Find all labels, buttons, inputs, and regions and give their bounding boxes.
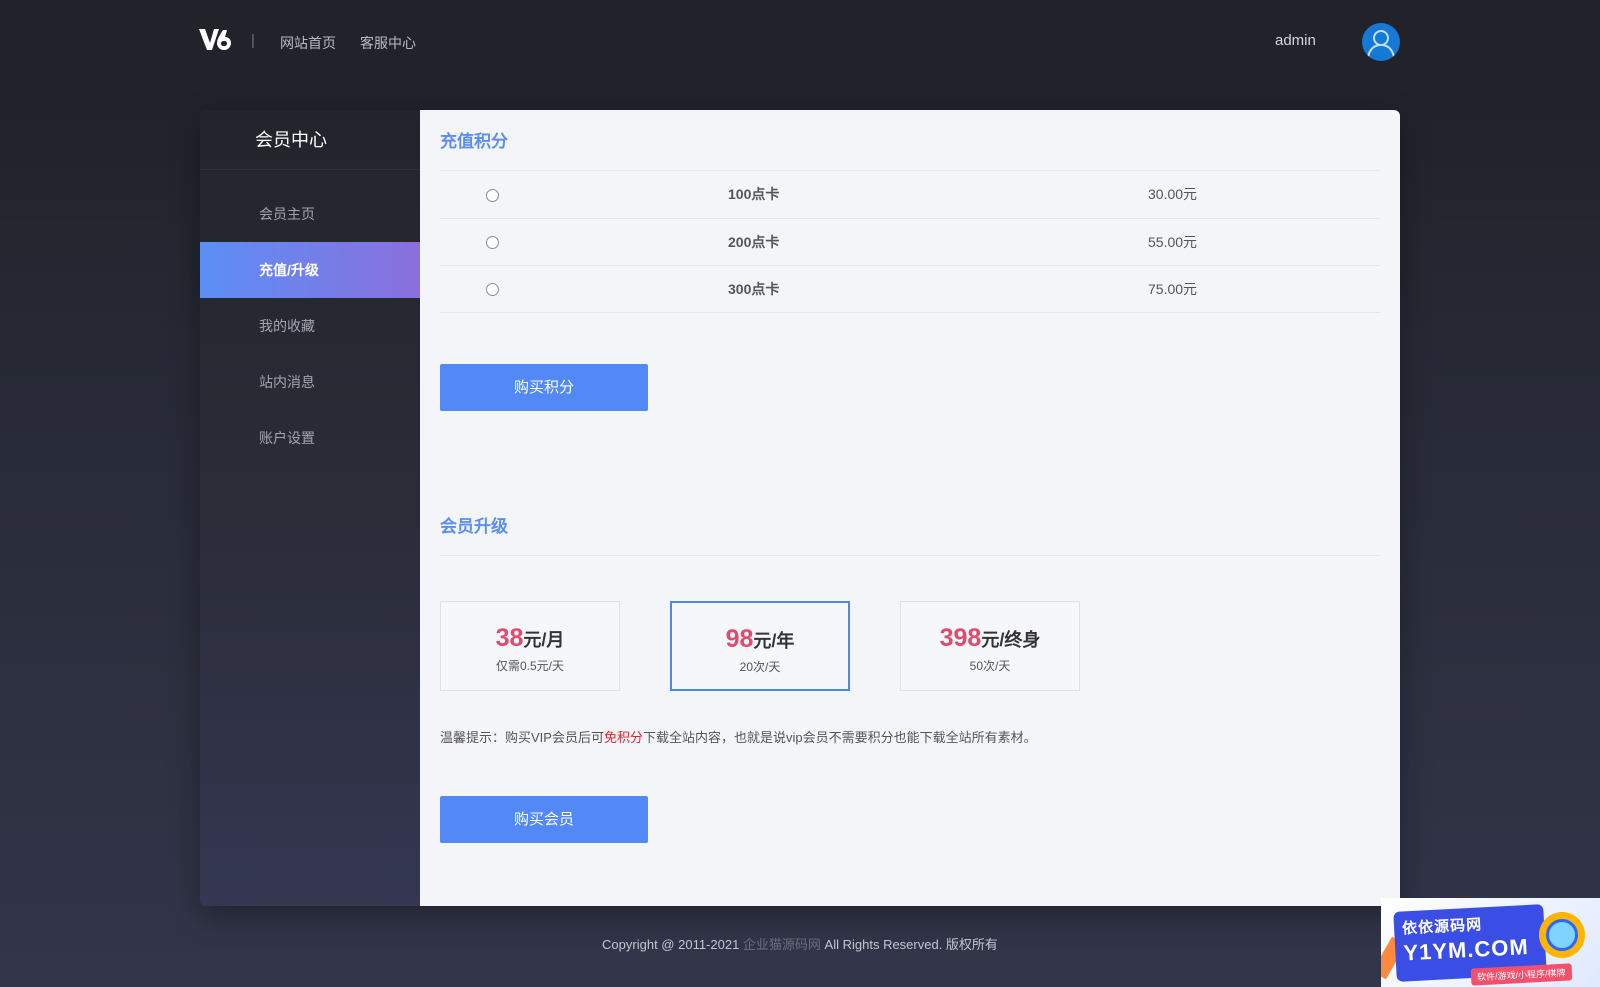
sidebar-item-member-home[interactable]: 会员主页 xyxy=(200,186,420,242)
points-option-name: 100点卡 xyxy=(728,186,780,203)
sidebar-menu: 会员主页 充值/升级 我的收藏 站内消息 账户设置 xyxy=(200,186,420,466)
plan-description: 20次/天 xyxy=(739,659,781,674)
points-radio[interactable] xyxy=(486,189,499,203)
points-option-name: 300点卡 xyxy=(728,280,780,297)
top-navbar: | 网站首页 客服中心 admin xyxy=(0,0,1600,84)
copyright-prefix: Copyright @ 2011-2021 xyxy=(602,937,743,952)
plan-price-unit: 元/月 xyxy=(523,629,565,650)
vip-section-title: 会员升级 xyxy=(440,495,1380,556)
points-option-price: 30.00元 xyxy=(1148,186,1198,203)
nav-separator: | xyxy=(251,32,255,49)
points-option-row[interactable]: 200点卡 55.00元 xyxy=(440,218,1380,265)
tip-suffix: 下载全站内容，也就是说vip会员不需要积分也能下载全站所有素材。 xyxy=(642,729,1037,745)
nav-link-service[interactable]: 客服中心 xyxy=(360,33,416,53)
nav-link-home[interactable]: 网站首页 xyxy=(280,33,336,53)
plan-price-amount: 38 xyxy=(495,623,524,652)
buy-vip-button[interactable]: 购买会员 xyxy=(440,795,648,843)
points-options-table: 100点卡 30.00元 200点卡 55.00元 300点卡 75.00元 xyxy=(440,171,1380,313)
plan-price-unit: 元/年 xyxy=(753,630,795,651)
points-option-price: 55.00元 xyxy=(1148,233,1198,250)
footer-copyright: Copyright @ 2011-2021 企业猫源码网 All Rights … xyxy=(0,934,1600,953)
footer-site-link[interactable]: 企业猫源码网 xyxy=(743,937,821,952)
buy-points-button[interactable]: 购买积分 xyxy=(440,363,648,411)
plan-description: 仅需0.5元/天 xyxy=(495,658,565,673)
points-option-row[interactable]: 300点卡 75.00元 xyxy=(440,265,1380,312)
recharge-section-title: 充值积分 xyxy=(440,110,1380,171)
sidebar: 会员中心 会员主页 充值/升级 我的收藏 站内消息 账户设置 xyxy=(200,110,420,906)
vip-plan-lifetime[interactable]: 398元/终身 50次/天 xyxy=(900,600,1080,691)
plan-price: 98元/年 xyxy=(672,625,848,654)
plan-price-unit: 元/终身 xyxy=(981,629,1041,650)
plan-price: 398元/终身 xyxy=(901,624,1079,653)
magnifier-icon xyxy=(1539,912,1585,958)
plan-price-amount: 398 xyxy=(939,623,982,652)
watermark-badge: 依依源码网 Y1YM.COM 软件/游戏/小程序/棋牌 xyxy=(1381,898,1600,987)
site-logo[interactable] xyxy=(199,26,233,52)
user-avatar[interactable] xyxy=(1362,23,1400,61)
points-option-name: 200点卡 xyxy=(728,233,780,250)
sidebar-item-favorites[interactable]: 我的收藏 xyxy=(200,298,420,354)
username[interactable]: admin xyxy=(1275,32,1316,49)
tip-prefix: 温馨提示：购买VIP会员后可 xyxy=(440,729,604,745)
plan-description: 50次/天 xyxy=(969,658,1011,673)
sidebar-title: 会员中心 xyxy=(200,110,420,170)
vip-tip: 温馨提示：购买VIP会员后可免积分下载全站内容，也就是说vip会员不需要积分也能… xyxy=(440,727,1380,746)
points-radio[interactable] xyxy=(486,283,499,297)
sidebar-item-messages[interactable]: 站内消息 xyxy=(200,354,420,410)
points-radio[interactable] xyxy=(486,236,499,250)
vip-plan-monthly[interactable]: 38元/月 仅需0.5元/天 xyxy=(440,600,620,691)
plan-price-amount: 98 xyxy=(725,624,754,653)
plan-price: 38元/月 xyxy=(441,624,619,653)
sidebar-item-account-settings[interactable]: 账户设置 xyxy=(200,410,420,466)
points-option-row[interactable]: 100点卡 30.00元 xyxy=(440,171,1380,218)
tip-highlight: 免积分 xyxy=(603,729,643,745)
v6-logo-icon xyxy=(199,29,231,50)
main-content: 充值积分 100点卡 30.00元 200点卡 55.00元 300点卡 75.… xyxy=(420,110,1400,906)
user-avatar-icon xyxy=(1367,30,1395,58)
points-option-price: 75.00元 xyxy=(1148,280,1198,297)
copyright-suffix: All Rights Reserved. 版权所有 xyxy=(820,937,998,952)
vip-plan-yearly[interactable]: 98元/年 20次/天 xyxy=(670,600,850,691)
member-panel: 会员中心 会员主页 充值/升级 我的收藏 站内消息 账户设置 充值积分 100点… xyxy=(200,110,1400,906)
watermark-line2: Y1YM.COM xyxy=(1402,933,1530,966)
vip-plans: 38元/月 仅需0.5元/天 98元/年 20次/天 398元/终身 50次/天 xyxy=(440,600,1380,691)
sidebar-item-recharge-upgrade[interactable]: 充值/升级 xyxy=(200,242,420,298)
